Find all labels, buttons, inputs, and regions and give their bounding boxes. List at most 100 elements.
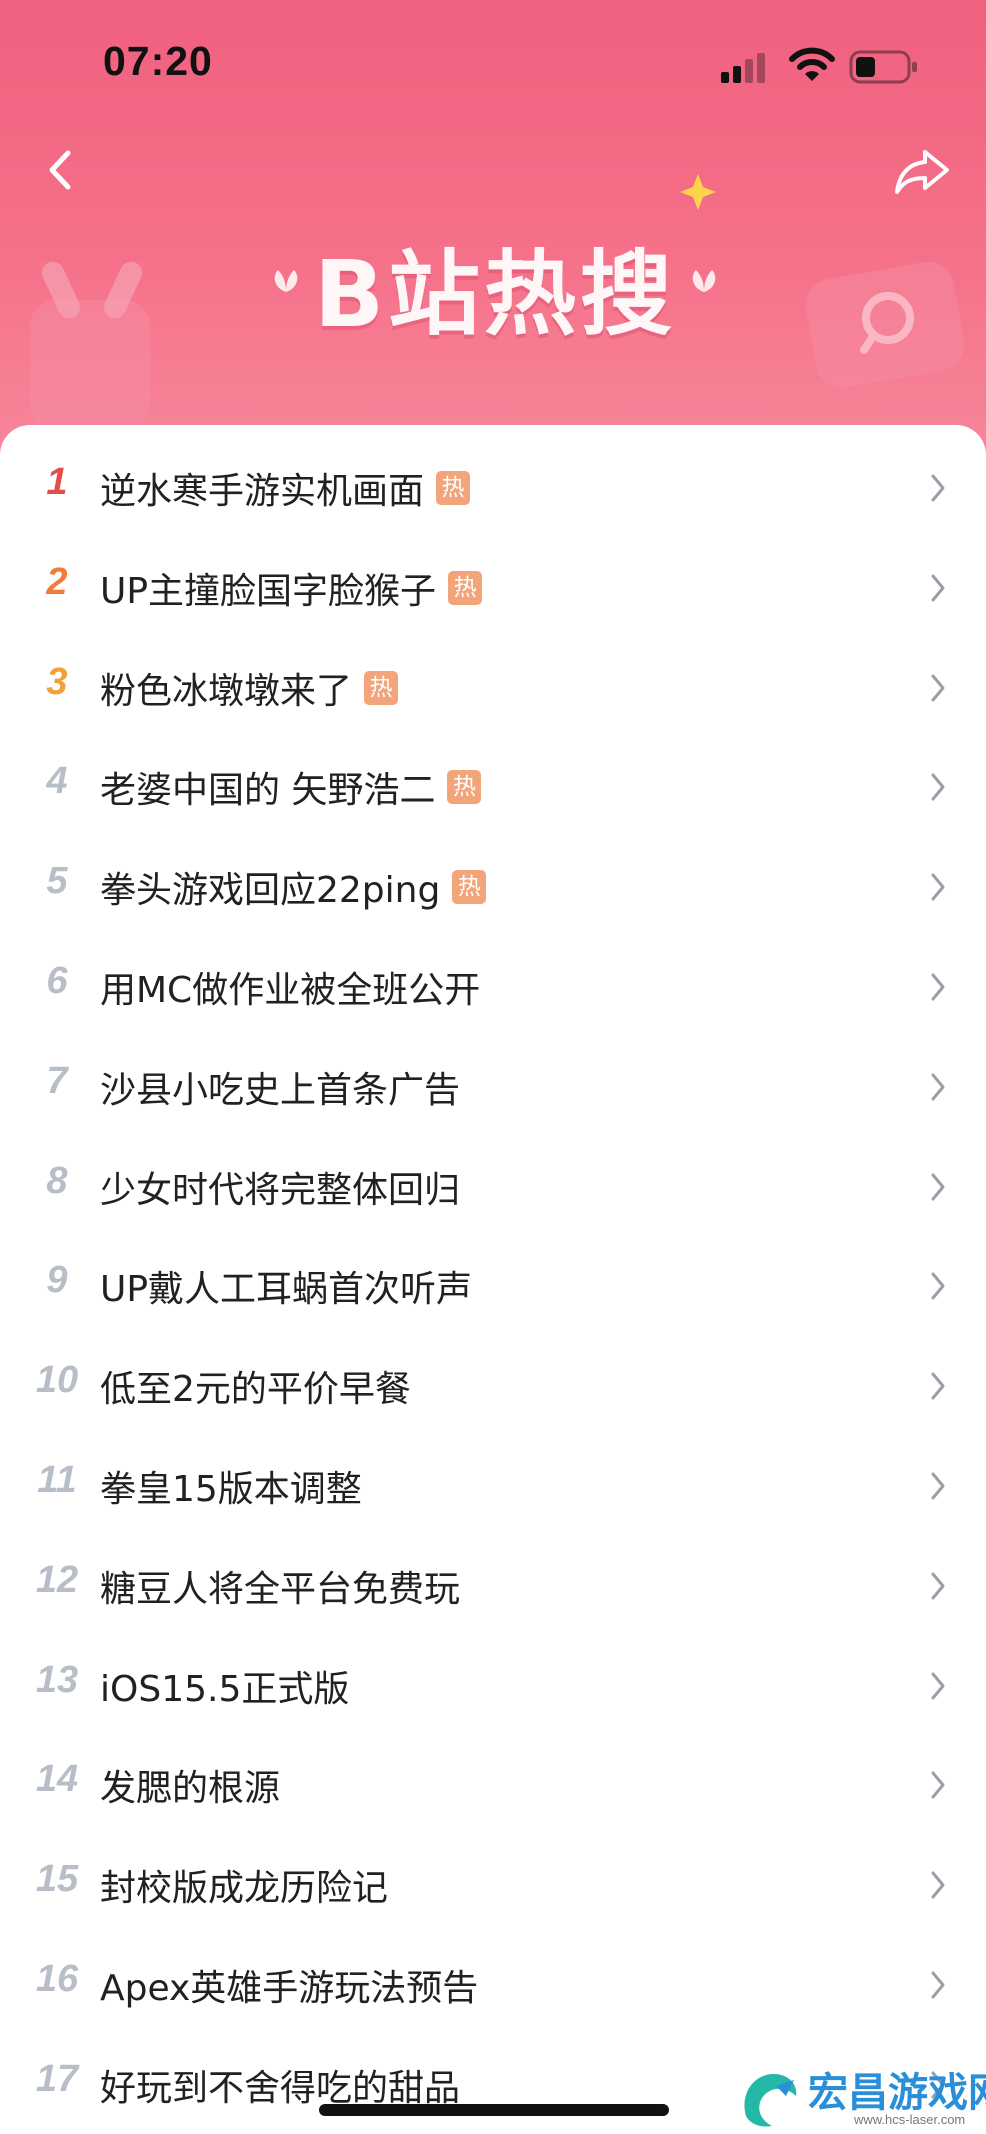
hot-badge: 热 xyxy=(436,471,471,505)
home-indicator[interactable] xyxy=(319,2104,669,2116)
item-title-wrap: 粉色冰墩墩来了热 xyxy=(100,663,399,713)
chevron-right-icon xyxy=(931,1871,945,1899)
list-item[interactable]: 3 粉色冰墩墩来了热 xyxy=(0,637,986,737)
rank-number: 4 xyxy=(46,760,68,803)
rank-number: 1 xyxy=(46,461,68,503)
chevron-right-icon xyxy=(931,1272,945,1300)
item-title: 老婆中国的 矢野浩二 xyxy=(100,770,436,812)
chevron-right-icon xyxy=(931,474,945,502)
item-title-wrap: 老婆中国的 矢野浩二热 xyxy=(100,762,482,812)
chevron-right-icon xyxy=(931,873,945,901)
item-title: 发腮的根源 xyxy=(100,1768,281,1810)
item-title: UP主撞脸国字脸猴子 xyxy=(100,570,437,612)
item-title-wrap: 沙县小吃史上首条广告 xyxy=(100,1062,460,1112)
star-icon xyxy=(680,174,716,210)
wifi-icon xyxy=(789,47,835,81)
rank-number: 9 xyxy=(46,1259,68,1302)
rank-number: 6 xyxy=(46,960,68,1002)
search-bubble-decoration xyxy=(805,261,965,389)
chevron-right-icon xyxy=(931,1672,945,1700)
item-title: 糖豆人将全平台免费玩 xyxy=(100,1568,461,1610)
list-item[interactable]: 11 拳皇15版本调整 xyxy=(0,1435,986,1535)
item-title: 拳皇15版本调整 xyxy=(100,1469,362,1510)
rank-number: 3 xyxy=(46,660,68,703)
list-item[interactable]: 8 少女时代将完整体回归 xyxy=(0,1136,986,1236)
hot-badge: 热 xyxy=(364,670,399,705)
item-title: 用MC做作业被全班公开 xyxy=(100,970,481,1011)
item-title-wrap: 少女时代将完整体回归 xyxy=(100,1162,460,1212)
battery-icon xyxy=(849,50,917,84)
watermark-url: www.hcs-laser.com xyxy=(854,2112,966,2127)
chevron-right-icon xyxy=(931,1073,945,1101)
list-item[interactable]: 5 拳头游戏回应22ping 热 xyxy=(0,836,986,936)
list-item[interactable]: 2 UP主撞脸国字脸猴子热 xyxy=(0,537,986,637)
back-arrow-icon[interactable] xyxy=(40,145,80,195)
item-title: 拳头游戏回应22ping xyxy=(100,870,441,912)
rank-number: 16 xyxy=(35,1958,79,2000)
item-title-wrap: UP戴人工耳蜗首次听声 xyxy=(100,1261,472,1311)
item-title-wrap: 拳头游戏回应22ping 热 xyxy=(100,862,487,912)
rank-number: 13 xyxy=(35,1658,79,1701)
item-title: Apex英雄手游玩法预告 xyxy=(100,1968,479,2009)
list-item[interactable]: 9 UP戴人工耳蜗首次听声 xyxy=(0,1235,986,1335)
chevron-right-icon xyxy=(931,574,945,602)
rank-number: 2 xyxy=(46,560,68,603)
status-bar: 07:20 xyxy=(0,0,986,130)
chevron-right-icon xyxy=(931,1572,945,1600)
item-title: 粉色冰墩墩来了 xyxy=(100,670,353,712)
list-item[interactable]: 15 封校版成龙历险记 xyxy=(0,1834,986,1934)
item-title: iOS15.5正式版 xyxy=(100,1668,350,1710)
chevron-right-icon xyxy=(931,973,945,1001)
item-title-wrap: 低至2元的平价早餐 xyxy=(100,1361,411,1411)
item-title: 少女时代将完整体回归 xyxy=(100,1169,461,1211)
watermark: 宏昌游戏网 www.hcs-laser.com xyxy=(736,2060,986,2134)
item-title: 逆水寒手游实机画面 xyxy=(100,471,425,512)
item-title: 低至2元的平价早餐 xyxy=(100,1369,411,1411)
item-title-wrap: 拳皇15版本调整 xyxy=(100,1461,362,1511)
list-item[interactable]: 12 糖豆人将全平台免费玩 xyxy=(0,1535,986,1635)
page-title: B站热搜 xyxy=(313,241,677,348)
rank-number: 12 xyxy=(35,1558,79,1601)
item-title-wrap: 发腮的根源 xyxy=(100,1760,280,1810)
item-title: 封校版成龙历险记 xyxy=(100,1868,389,1910)
hot-badge: 热 xyxy=(448,570,483,605)
rank-number: 17 xyxy=(35,2057,79,2100)
list-item[interactable]: 13 iOS15.5正式版 xyxy=(0,1635,986,1735)
hot-badge: 热 xyxy=(447,770,482,805)
item-title-wrap: 好玩到不舍得吃的甜品 xyxy=(100,2060,460,2110)
watermark-logo-icon xyxy=(744,2074,797,2127)
item-title-wrap: 糖豆人将全平台免费玩 xyxy=(100,1561,460,1611)
item-title: 好玩到不舍得吃的甜品 xyxy=(100,2067,461,2109)
item-title: 沙县小吃史上首条广告 xyxy=(100,1069,461,1111)
hot-search-list: 1 逆水寒手游实机画面热 2 UP主撞脸国字脸猴子热 3 粉色冰墩墩来了热 4 老婆中国的 矢… xyxy=(0,425,986,2134)
hot-badge: 热 xyxy=(452,870,487,905)
chevron-right-icon xyxy=(931,1372,945,1400)
list-item[interactable]: 7 沙县小吃史上首条广告 xyxy=(0,1036,986,1136)
item-title-wrap: UP主撞脸国字脸猴子热 xyxy=(100,563,483,613)
item-title-wrap: 封校版成龙历险记 xyxy=(100,1860,388,1910)
rank-number: 8 xyxy=(46,1159,68,1202)
rank-number: 14 xyxy=(35,1758,79,1801)
list-item[interactable]: 6 用MC做作业被全班公开 xyxy=(0,936,986,1036)
chevron-right-icon xyxy=(931,1771,945,1799)
header-banner: 07:20 B站热搜 xyxy=(0,0,986,470)
share-icon[interactable] xyxy=(893,146,951,198)
item-title-wrap: 用MC做作业被全班公开 xyxy=(100,962,480,1012)
list-item[interactable]: 10 低至2元的平价早餐 xyxy=(0,1335,986,1435)
status-time: 07:20 xyxy=(103,38,213,84)
chevron-right-icon xyxy=(931,773,945,801)
item-title-wrap: 逆水寒手游实机画面热 xyxy=(100,463,471,513)
chevron-right-icon xyxy=(931,1173,945,1201)
list-item[interactable]: 14 发腮的根源 xyxy=(0,1734,986,1834)
item-title-wrap: iOS15.5正式版 xyxy=(100,1661,349,1711)
rank-number: 15 xyxy=(35,1858,79,1901)
item-title: UP戴人工耳蜗首次听声 xyxy=(100,1269,473,1311)
rank-number: 11 xyxy=(37,1459,77,1501)
list-item[interactable]: 4 老婆中国的 矢野浩二热 xyxy=(0,736,986,836)
rank-number: 5 xyxy=(46,860,68,903)
tv-mascot-decoration xyxy=(30,261,150,430)
list-item[interactable]: 1 逆水寒手游实机画面热 xyxy=(0,437,986,537)
list-item[interactable]: 16 Apex英雄手游玩法预告 xyxy=(0,1934,986,2034)
signal-icon xyxy=(721,53,765,83)
rank-number: 7 xyxy=(46,1059,68,1102)
